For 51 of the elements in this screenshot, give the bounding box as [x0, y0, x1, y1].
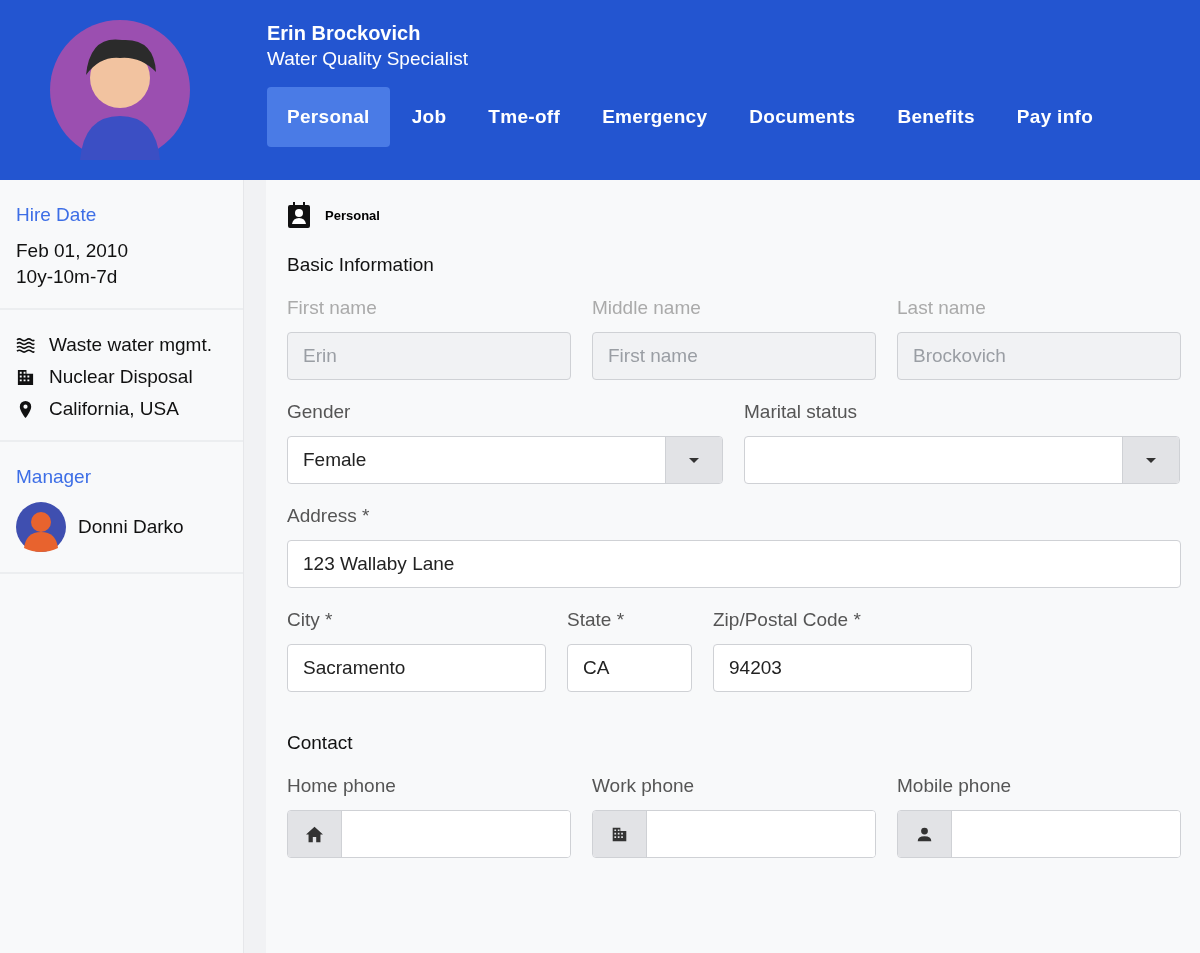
avatar-icon — [50, 20, 190, 160]
home-icon — [306, 825, 323, 843]
section-title: Personal — [325, 207, 380, 223]
employee-name: Erin Brockovich — [267, 21, 422, 46]
phone-field[interactable] — [287, 810, 571, 858]
manager-avatar-icon — [16, 502, 66, 552]
field-label: First name — [287, 296, 378, 320]
section-heading: Contact — [287, 732, 354, 754]
tab[interactable]: Benefits — [877, 87, 995, 147]
field-label: State * — [567, 608, 626, 632]
manager-label: Manager — [16, 466, 92, 488]
field-label: Zip/Postal Code * — [713, 608, 862, 632]
tab[interactable]: Emergency — [582, 87, 728, 147]
hire-date: Feb 01, 2010 — [16, 240, 129, 262]
manager-name: Donni Darko — [78, 516, 184, 538]
section-heading: Basic Information — [287, 254, 435, 276]
field-label: Middle name — [592, 296, 702, 320]
phone-field[interactable] — [592, 810, 876, 858]
tab[interactable]: Tme-off — [468, 87, 581, 147]
caret-icon — [1146, 457, 1156, 463]
field-label: Marital status — [744, 400, 858, 424]
job-title: Water Quality Specialist — [267, 47, 469, 71]
field-label: Work phone — [592, 774, 696, 798]
select-field[interactable] — [744, 436, 1180, 484]
phone-field[interactable] — [897, 810, 1181, 858]
field-label: Last name — [897, 296, 987, 320]
select-field[interactable]: Female — [287, 436, 723, 484]
field-label: Mobile phone — [897, 774, 1013, 798]
building-icon — [16, 367, 35, 387]
input-field[interactable]: CA — [567, 644, 692, 692]
tenure: 10y-10m-7d — [16, 266, 119, 288]
tab[interactable]: Pay info — [996, 87, 1114, 147]
detail-text: California, USA — [49, 398, 179, 420]
input-field[interactable]: Sacramento — [287, 644, 546, 692]
field-label: Address * — [287, 504, 371, 528]
tab[interactable]: Personal — [267, 87, 390, 147]
tab[interactable]: Job — [391, 87, 467, 147]
field-label: City * — [287, 608, 334, 632]
field-label: Home phone — [287, 774, 397, 798]
detail-text: Waste water mgmt. — [49, 334, 212, 356]
detail-text: Nuclear Disposal — [49, 366, 193, 388]
tab[interactable]: Documents — [729, 87, 876, 147]
building-icon — [611, 825, 628, 843]
input-field[interactable]: 123 Wallaby Lane — [287, 540, 1181, 588]
input-field[interactable]: 94203 — [713, 644, 972, 692]
waves-icon — [16, 335, 35, 355]
field-label: Gender — [287, 400, 352, 424]
caret-icon — [689, 457, 699, 463]
person-icon — [916, 825, 933, 843]
contact-card-icon — [287, 202, 311, 228]
hire-date-label: Hire Date — [16, 204, 98, 226]
